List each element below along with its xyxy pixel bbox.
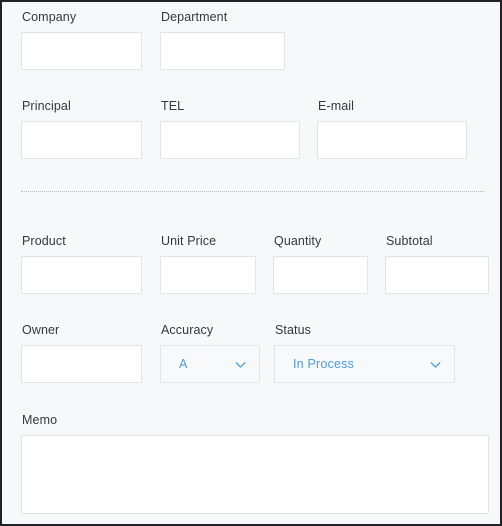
label-product: Product	[22, 234, 66, 248]
field-email: E-mail	[317, 99, 467, 159]
label-quantity: Quantity	[274, 234, 322, 248]
label-company: Company	[22, 10, 77, 24]
label-tel: TEL	[161, 99, 185, 113]
field-subtotal: Subtotal	[385, 234, 489, 294]
field-product: Product	[21, 234, 142, 294]
company-input[interactable]	[21, 32, 142, 70]
field-quantity: Quantity	[273, 234, 368, 294]
tel-input[interactable]	[160, 121, 300, 159]
label-status: Status	[275, 323, 312, 337]
chevron-down-icon	[429, 358, 442, 371]
email-input[interactable]	[317, 121, 467, 159]
field-company: Company	[21, 10, 142, 70]
order-entry-form: Company Department Principal TEL E-mail …	[0, 0, 502, 526]
principal-input[interactable]	[21, 121, 142, 159]
section-divider	[21, 191, 485, 192]
accuracy-selected-value: A	[179, 357, 188, 371]
label-memo: Memo	[22, 413, 58, 427]
label-unit-price: Unit Price	[161, 234, 217, 248]
field-accuracy: Accuracy A	[160, 323, 260, 383]
field-unit-price: Unit Price	[160, 234, 256, 294]
quantity-input[interactable]	[273, 256, 368, 294]
status-select[interactable]: In Process	[274, 345, 455, 383]
owner-input[interactable]	[21, 345, 142, 383]
department-input[interactable]	[160, 32, 285, 70]
label-department: Department	[161, 10, 228, 24]
label-principal: Principal	[22, 99, 71, 113]
label-email: E-mail	[318, 99, 355, 113]
field-tel: TEL	[160, 99, 300, 159]
label-owner: Owner	[22, 323, 60, 337]
product-input[interactable]	[21, 256, 142, 294]
memo-textarea[interactable]	[21, 435, 489, 514]
label-subtotal: Subtotal	[386, 234, 433, 248]
label-accuracy: Accuracy	[161, 323, 214, 337]
accuracy-select[interactable]: A	[160, 345, 260, 383]
field-principal: Principal	[21, 99, 142, 159]
field-department: Department	[160, 10, 285, 70]
chevron-down-icon	[234, 358, 247, 371]
field-status: Status In Process	[274, 323, 455, 383]
field-memo: Memo	[21, 413, 489, 514]
status-selected-value: In Process	[293, 357, 355, 371]
unit-price-input[interactable]	[160, 256, 256, 294]
subtotal-input[interactable]	[385, 256, 489, 294]
field-owner: Owner	[21, 323, 142, 383]
